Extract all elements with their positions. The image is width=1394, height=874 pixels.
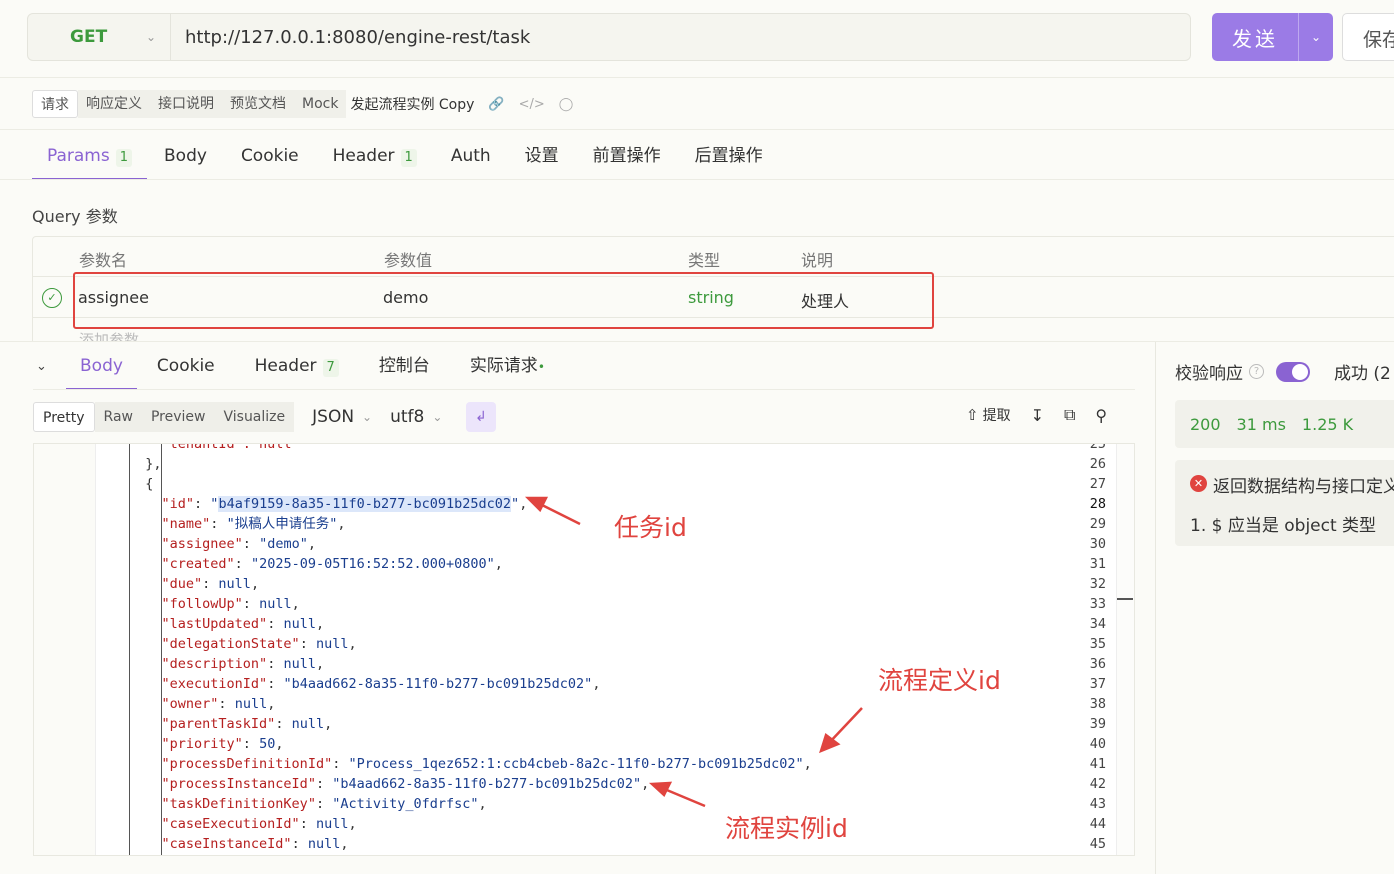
status-code: 200 bbox=[1190, 414, 1221, 434]
annotation-process-inst-id: 流程实例id bbox=[725, 814, 848, 843]
help-icon[interactable]: ? bbox=[1249, 364, 1264, 379]
validation-header: 校验响应 ? 成功 (2 bbox=[1175, 359, 1391, 384]
arrow-process-inst-id bbox=[661, 786, 706, 808]
annotation-task-id: 任务id bbox=[614, 513, 687, 542]
validation-result: 成功 (2 bbox=[1334, 364, 1391, 384]
arrowhead-task-id bbox=[524, 496, 549, 513]
arrowhead-process-inst-id bbox=[648, 781, 673, 798]
error-icon: ✕ bbox=[1190, 475, 1207, 492]
response-time: 31 ms bbox=[1236, 414, 1286, 434]
validation-toggle[interactable] bbox=[1276, 361, 1310, 382]
arrow-task-id bbox=[537, 501, 581, 526]
error-title: 返回数据结构与接口定义 bbox=[1213, 477, 1394, 497]
response-status: 200 31 ms 1.25 K bbox=[1175, 400, 1394, 448]
error-item: 1. $ 应当是 object 类型 bbox=[1190, 516, 1377, 536]
annotation-process-def-id: 流程定义id bbox=[878, 666, 1001, 695]
arrow-process-def-id bbox=[827, 707, 863, 745]
response-size: 1.25 K bbox=[1301, 414, 1354, 434]
validation-title: 校验响应 bbox=[1175, 364, 1243, 384]
validation-error: ✕ 返回数据结构与接口定义 1. $ 应当是 object 类型 bbox=[1175, 460, 1394, 546]
